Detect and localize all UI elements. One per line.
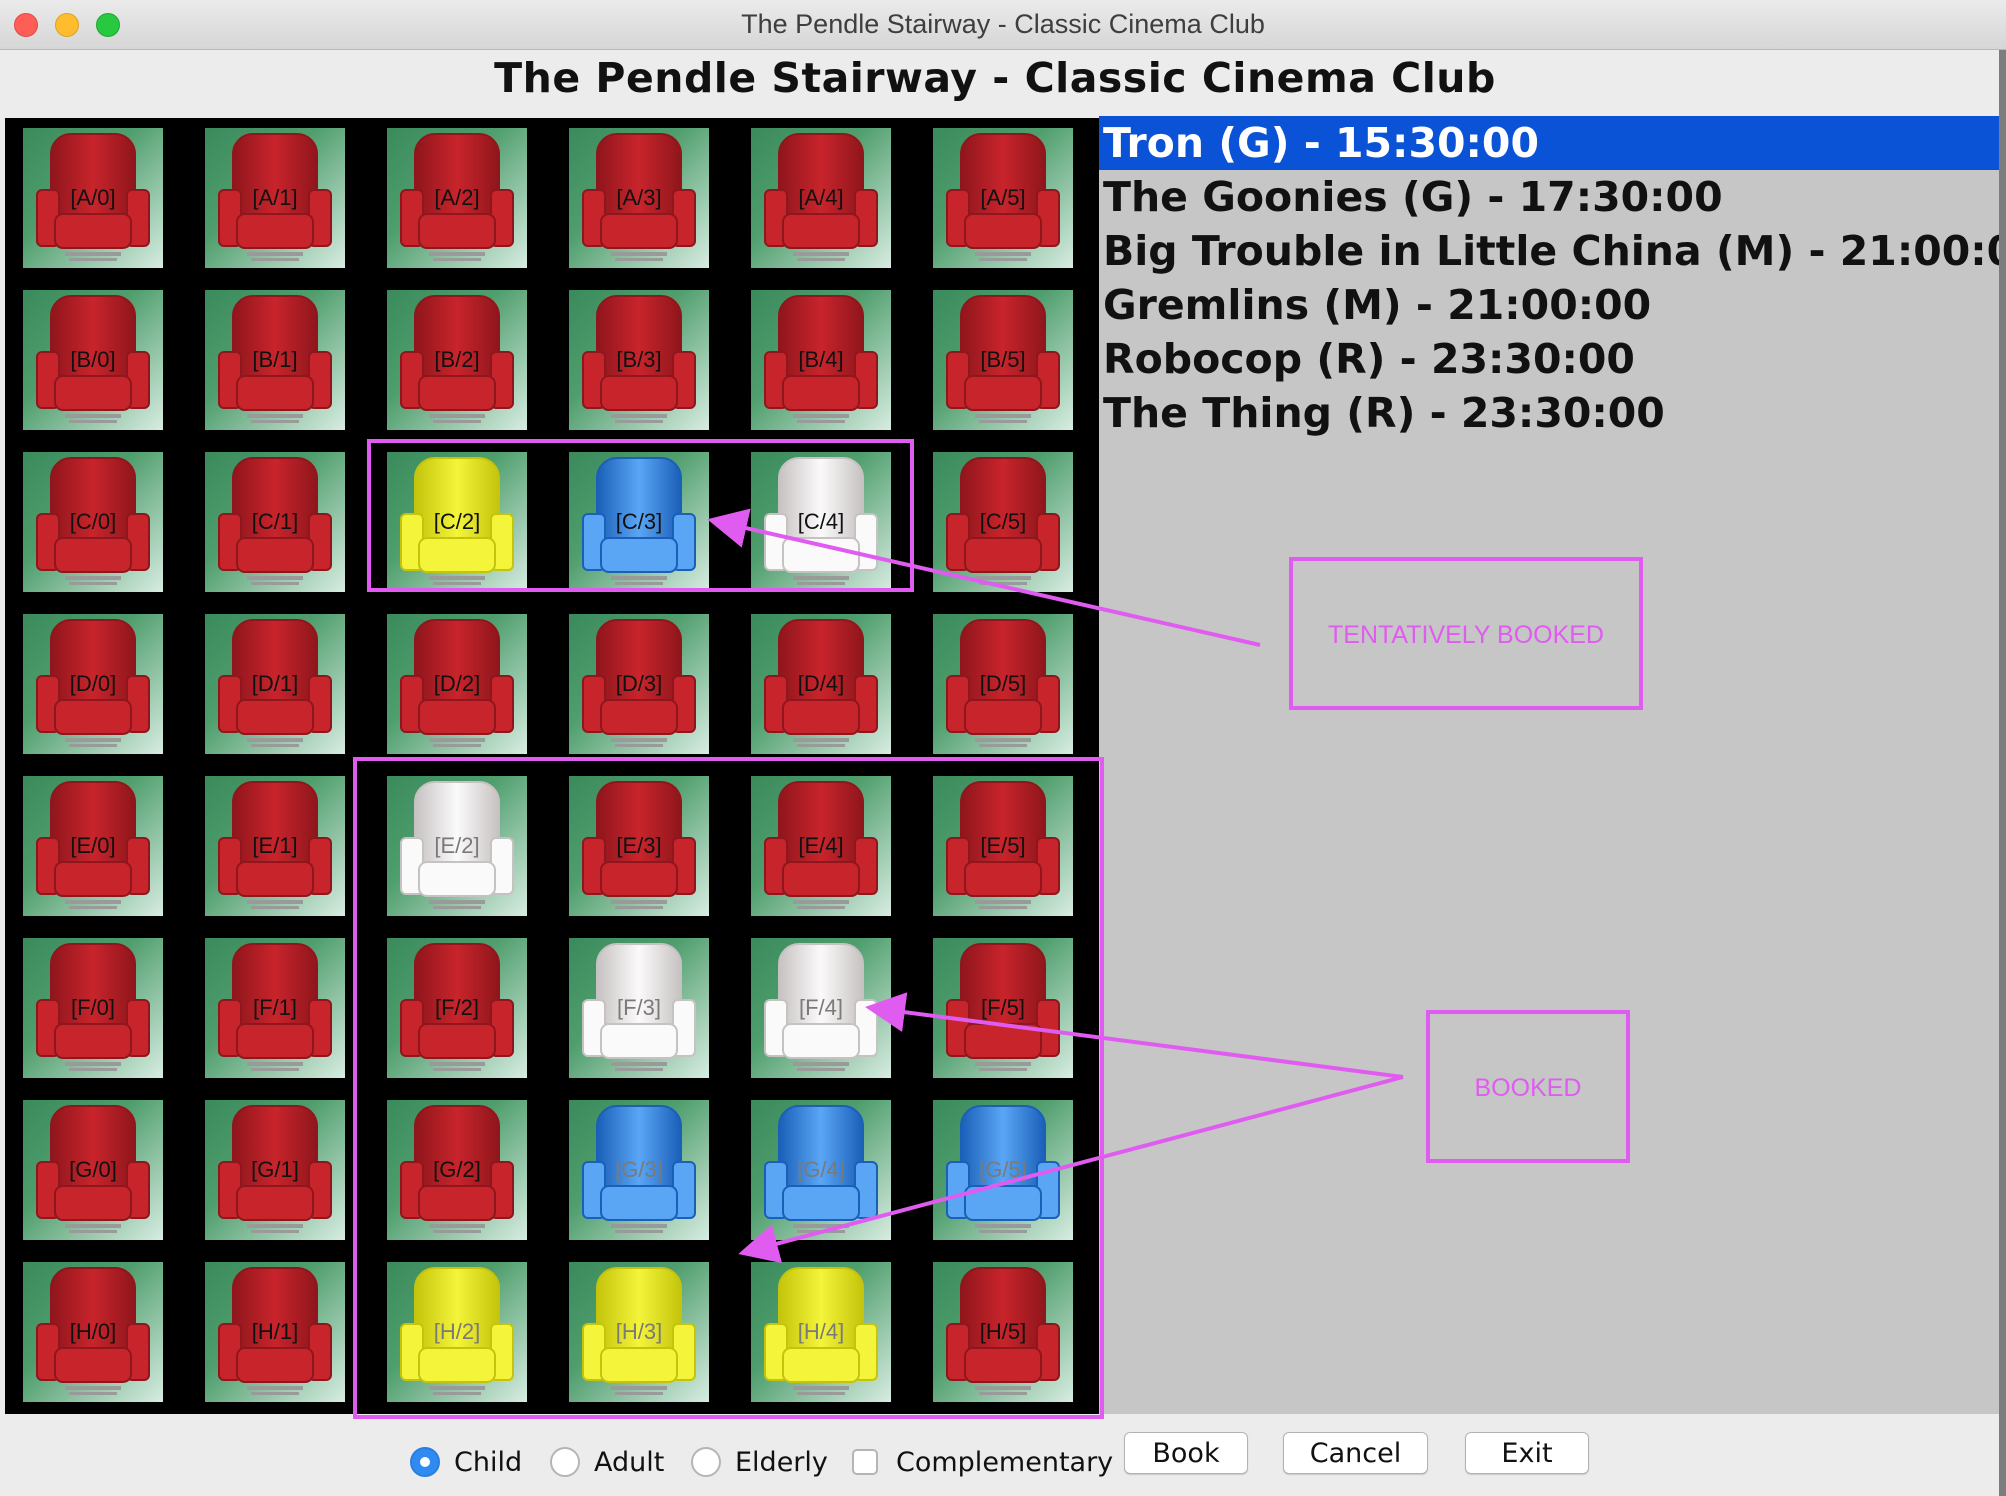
seat-label: [D/4] [797,671,845,696]
seat-label: [D/0] [69,671,117,696]
seat-b-2[interactable]: [B/2] [387,290,527,430]
seat-a-4[interactable]: [A/4] [751,128,891,268]
ticket-type-elderly[interactable]: Elderly [691,1440,828,1484]
seat-label: [E/1] [252,833,298,858]
seat-h-0[interactable]: [H/0] [23,1262,163,1402]
booked-seats-highlight [353,757,1104,1419]
seat-c-5[interactable]: [C/5] [933,452,1073,592]
seat-label: [E/0] [70,833,116,858]
booking-controls: Child Adult Elderly Complementary Book C… [0,1420,2006,1496]
child-radio-label: Child [454,1446,523,1478]
booked-label: BOOKED [1474,1074,1582,1102]
tentative-seats-highlight [367,439,914,592]
seat-d-3[interactable]: [D/3] [569,614,709,754]
seat-label: [H/0] [69,1319,117,1344]
seat-label: [C/1] [251,509,299,534]
ticket-type-child[interactable]: Child [410,1440,522,1484]
seat-e-1[interactable]: [E/1] [205,776,345,916]
seat-a-2[interactable]: [A/2] [387,128,527,268]
film-item-big-trouble[interactable]: Big Trouble in Little China (M) - 21:00:… [1099,224,1999,278]
seat-label: [F/1] [252,995,297,1020]
seat-a-3[interactable]: [A/3] [569,128,709,268]
seat-label: [A/4] [798,185,844,210]
seat-label: [C/0] [69,509,117,534]
seat-c-0[interactable]: [C/0] [23,452,163,592]
seat-label: [D/1] [251,671,299,696]
seat-b-1[interactable]: [B/1] [205,290,345,430]
seat-d-4[interactable]: [D/4] [751,614,891,754]
booked-callout: BOOKED [1426,1010,1630,1163]
seat-a-0[interactable]: [A/0] [23,128,163,268]
seat-label: [D/5] [979,671,1027,696]
seat-label: [D/2] [433,671,481,696]
complementary-option[interactable]: Complementary [852,1440,1113,1484]
page-title: The Pendle Stairway - Classic Cinema Clu… [494,54,1496,102]
exit-button[interactable]: Exit [1465,1432,1589,1474]
complementary-label: Complementary [896,1446,1114,1478]
film-item-the-goonies[interactable]: The Goonies (G) - 17:30:00 [1099,170,1999,224]
seat-label: [G/1] [251,1157,299,1182]
elderly-radio[interactable] [691,1447,721,1477]
seat-f-0[interactable]: [F/0] [23,938,163,1078]
seat-d-2[interactable]: [D/2] [387,614,527,754]
seat-label: [G/0] [69,1157,117,1182]
seat-label: [A/5] [980,185,1026,210]
seat-h-1[interactable]: [H/1] [205,1262,345,1402]
window-title-bar: The Pendle Stairway - Classic Cinema Clu… [0,0,2006,50]
seat-label: [A/0] [70,185,116,210]
tentatively-booked-label: TENTATIVELY BOOKED [1328,621,1604,649]
elderly-radio-label: Elderly [735,1446,828,1478]
child-radio[interactable] [410,1447,440,1477]
seat-label: [C/5] [979,509,1027,534]
seat-label: [B/0] [70,347,116,372]
seat-d-1[interactable]: [D/1] [205,614,345,754]
seat-e-0[interactable]: [E/0] [23,776,163,916]
seat-b-3[interactable]: [B/3] [569,290,709,430]
film-list[interactable]: Tron (G) - 15:30:00 The Goonies (G) - 17… [1099,116,1999,1414]
seat-g-0[interactable]: [G/0] [23,1100,163,1240]
seat-label: [H/1] [251,1319,299,1344]
seat-label: [B/4] [798,347,844,372]
seat-label: [B/2] [434,347,480,372]
seat-label: [F/0] [70,995,115,1020]
film-item-the-thing[interactable]: The Thing (R) - 23:30:00 [1099,386,1999,440]
seat-b-4[interactable]: [B/4] [751,290,891,430]
seat-label: [A/3] [616,185,662,210]
cancel-button[interactable]: Cancel [1283,1432,1428,1474]
complementary-checkbox[interactable] [852,1449,878,1475]
film-item-tron[interactable]: Tron (G) - 15:30:00 [1099,116,1999,170]
seat-g-1[interactable]: [G/1] [205,1100,345,1240]
window-title: The Pendle Stairway - Classic Cinema Clu… [741,9,1265,39]
ticket-type-adult[interactable]: Adult [550,1440,664,1484]
book-button[interactable]: Book [1124,1432,1248,1474]
seat-d-5[interactable]: [D/5] [933,614,1073,754]
adult-radio[interactable] [550,1447,580,1477]
seat-label: [B/3] [616,347,662,372]
seat-d-0[interactable]: [D/0] [23,614,163,754]
film-item-robocop[interactable]: Robocop (R) - 23:30:00 [1099,332,1999,386]
seat-label: [B/1] [252,347,298,372]
seat-label: [A/2] [434,185,480,210]
seat-b-5[interactable]: [B/5] [933,290,1073,430]
seat-a-1[interactable]: [A/1] [205,128,345,268]
seat-label: [A/1] [252,185,298,210]
seat-label: [D/3] [615,671,663,696]
seat-label: [B/5] [980,347,1026,372]
window-edge [1999,50,2006,1496]
seat-a-5[interactable]: [A/5] [933,128,1073,268]
seat-c-1[interactable]: [C/1] [205,452,345,592]
film-item-gremlins[interactable]: Gremlins (M) - 21:00:00 [1099,278,1999,332]
seat-f-1[interactable]: [F/1] [205,938,345,1078]
seat-b-0[interactable]: [B/0] [23,290,163,430]
tentatively-booked-callout: TENTATIVELY BOOKED [1289,557,1643,710]
adult-radio-label: Adult [594,1446,665,1478]
